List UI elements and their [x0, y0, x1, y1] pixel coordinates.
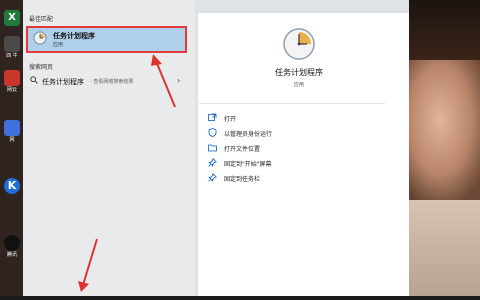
wallpaper-shirt	[408, 200, 480, 300]
desktop-icon-2[interactable]: 四 牛	[1, 36, 23, 59]
results-pane: 最佳匹配 任务计划程序 应用 搜索网页 任务计划程序 - 查看网络搜索结果 ›	[23, 0, 195, 296]
action-label: 打开文件位置	[224, 146, 261, 153]
web-search-query: 任务计划程序	[42, 78, 84, 86]
desktop-icon-label: 网云	[6, 87, 17, 93]
best-match-heading: 最佳匹配	[29, 16, 54, 23]
desktop-icon-qq[interactable]: 腾讯	[1, 235, 23, 258]
action-label: 固定到"开始"屏幕	[224, 161, 272, 168]
desktop-icon-label: 四 牛	[6, 53, 18, 59]
detail-app-type: 应用	[293, 82, 304, 88]
best-match-type: 应用	[53, 42, 64, 48]
action-label: 以管理员身份运行	[224, 131, 273, 138]
kugou-icon: K	[4, 178, 20, 194]
action-label: 打开	[224, 116, 237, 123]
action-open[interactable]: 打开	[208, 113, 358, 123]
web-search-hint: - 查看网络搜索结果	[90, 79, 134, 85]
app-icon	[4, 36, 20, 52]
best-match-result[interactable]: 任务计划程序 应用	[26, 26, 187, 53]
action-open-file-location[interactable]: 打开文件位置	[208, 143, 358, 153]
web-search-result[interactable]: 任务计划程序 - 查看网络搜索结果 ›	[26, 74, 189, 88]
admin-shield-icon	[208, 128, 217, 137]
action-run-as-admin[interactable]: 以管理员身份运行	[208, 128, 358, 138]
desktop-icon-label: 网	[9, 137, 15, 143]
detail-app-name: 任务计划程序	[275, 68, 323, 77]
chevron-right-icon[interactable]: ›	[177, 76, 180, 85]
desktop-icon-netease[interactable]: 网云	[1, 70, 23, 93]
open-icon	[208, 113, 217, 121]
pin-icon	[208, 158, 217, 167]
search-icon	[30, 76, 38, 84]
pin-icon	[208, 173, 217, 182]
excel-icon: X	[4, 10, 20, 26]
action-pin-to-start[interactable]: 固定到"开始"屏幕	[208, 158, 358, 168]
bird-app-icon	[4, 120, 20, 136]
desktop-icon-excel[interactable]: X	[1, 10, 23, 27]
task-scheduler-large-icon	[283, 28, 315, 60]
action-label: 固定到任务栏	[224, 176, 261, 183]
music-app-icon	[4, 70, 20, 86]
action-pin-to-taskbar[interactable]: 固定到任务栏	[208, 173, 358, 183]
best-match-name: 任务计划程序	[53, 32, 95, 40]
taskbar	[0, 296, 480, 300]
folder-icon	[208, 144, 217, 152]
wallpaper-hair	[408, 0, 480, 60]
desktop-icon-kugou[interactable]: K	[1, 178, 23, 195]
desktop-icon-network[interactable]: 网	[1, 120, 23, 143]
web-search-heading: 搜索网页	[29, 64, 54, 71]
task-scheduler-icon	[33, 31, 47, 45]
detail-divider	[199, 103, 385, 104]
desktop-icon-label: 腾讯	[6, 252, 17, 258]
qq-penguin-icon	[4, 235, 20, 251]
